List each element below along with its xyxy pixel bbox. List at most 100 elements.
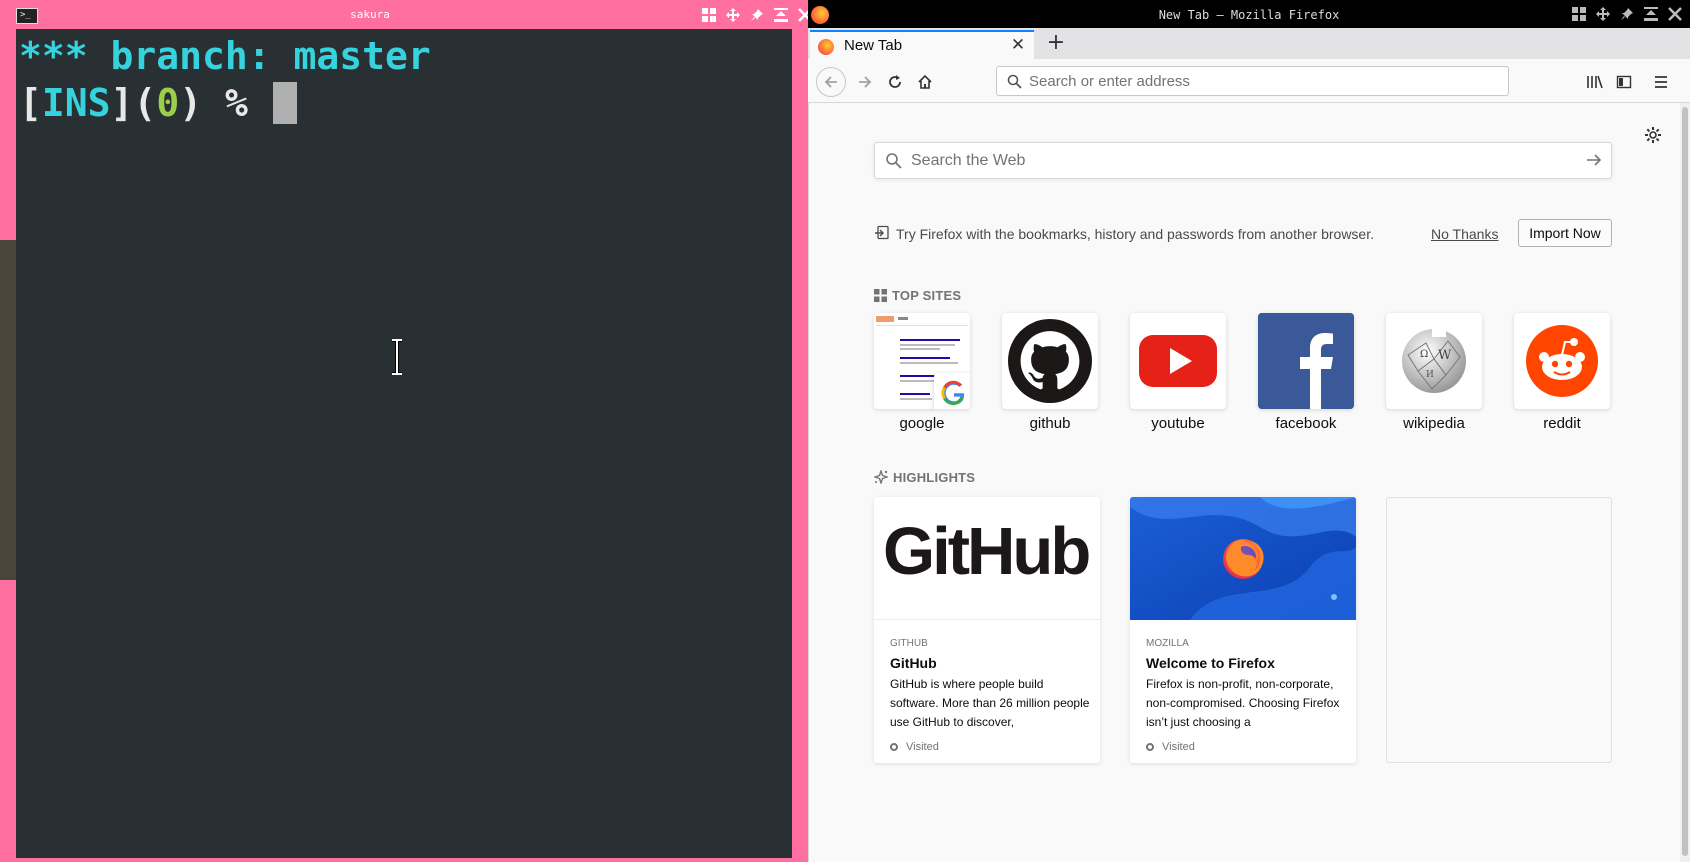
github-wordmark: GitHub bbox=[883, 514, 1091, 589]
card-image: GitHub bbox=[874, 497, 1100, 620]
google-icon bbox=[934, 373, 970, 409]
search-icon bbox=[886, 153, 902, 169]
text-cursor bbox=[272, 82, 297, 124]
web-search-input[interactable] bbox=[911, 143, 1561, 178]
top-site-google[interactable]: google bbox=[874, 313, 970, 432]
highlight-card-firefox[interactable]: MOZILLA Welcome to Firefox Firefox is no… bbox=[1130, 497, 1356, 763]
forward-button[interactable] bbox=[850, 67, 880, 97]
top-sites-label: TOP SITES bbox=[892, 288, 962, 303]
search-icon bbox=[1007, 74, 1022, 89]
top-site-label: google bbox=[899, 415, 945, 432]
reload-button[interactable] bbox=[880, 67, 910, 97]
card-description: GitHub is where people build software. M… bbox=[890, 677, 1090, 729]
card-context: Visited bbox=[890, 741, 939, 753]
card-title: Welcome to Firefox bbox=[1146, 655, 1275, 671]
terminal-window-controls bbox=[700, 6, 814, 23]
library-button[interactable] bbox=[1580, 67, 1610, 97]
firefox-hero-image bbox=[1130, 497, 1356, 620]
gear-icon[interactable] bbox=[1643, 125, 1663, 145]
svg-text:Ω: Ω bbox=[1420, 349, 1428, 360]
prompt-paren-close: ) bbox=[179, 81, 203, 125]
top-site-wikipedia[interactable]: ΩWИ wikipedia bbox=[1386, 313, 1482, 432]
top-site-github[interactable]: github bbox=[1002, 313, 1098, 432]
card-context-label: Visited bbox=[906, 741, 939, 753]
google-thumbnail bbox=[874, 313, 970, 409]
top-site-label: wikipedia bbox=[1403, 415, 1465, 432]
card-description: Firefox is non-profit, non-corporate, no… bbox=[1146, 677, 1340, 729]
desktop: >_ sakura *** branch: master [INS](0) % N… bbox=[0, 0, 1690, 862]
top-site-youtube[interactable]: youtube bbox=[1130, 313, 1226, 432]
terminal-titlebar[interactable]: >_ sakura bbox=[0, 0, 812, 29]
highlights-icon bbox=[872, 468, 890, 486]
card-context-label: Visited bbox=[1162, 741, 1195, 753]
firefox-titlebar[interactable]: New Tab – Mozilla Firefox bbox=[808, 0, 1690, 28]
reddit-icon bbox=[1514, 313, 1610, 409]
page-scrollbar-thumb[interactable] bbox=[1682, 107, 1688, 856]
prompt-paren-open: ( bbox=[133, 81, 157, 125]
pin-icon[interactable] bbox=[1618, 5, 1636, 22]
prompt-bracket-open: [ bbox=[19, 81, 42, 125]
move-icon[interactable] bbox=[1594, 5, 1612, 22]
no-thanks-link[interactable]: No Thanks bbox=[1431, 226, 1498, 242]
close-icon[interactable] bbox=[1666, 5, 1684, 22]
tab-strip: New Tab ✕ + bbox=[808, 28, 1690, 59]
card-title: GitHub bbox=[890, 655, 937, 671]
card-image bbox=[1130, 497, 1356, 620]
facebook-icon bbox=[1258, 313, 1354, 409]
top-site-reddit[interactable]: reddit bbox=[1514, 313, 1610, 432]
move-icon[interactable] bbox=[724, 6, 742, 23]
tile-icon[interactable] bbox=[700, 6, 718, 23]
highlights-heading[interactable]: HIGHLIGHTS bbox=[872, 468, 976, 486]
visited-icon bbox=[1146, 743, 1154, 751]
github-icon bbox=[1002, 313, 1098, 409]
maximize-icon[interactable] bbox=[772, 6, 790, 23]
highlights-grid: GitHub GITHUB GitHub GitHub is where peo… bbox=[874, 497, 1612, 763]
card-source: GITHUB bbox=[890, 638, 928, 649]
card-source: MOZILLA bbox=[1146, 638, 1189, 649]
svg-text:W: W bbox=[1438, 348, 1452, 363]
terminal-window: >_ sakura *** branch: master [INS](0) % bbox=[0, 0, 812, 862]
web-search-box[interactable] bbox=[874, 142, 1612, 179]
svg-text:И: И bbox=[1426, 370, 1434, 380]
top-site-label: youtube bbox=[1151, 415, 1205, 432]
highlight-card-github[interactable]: GitHub GITHUB GitHub GitHub is where peo… bbox=[874, 497, 1100, 763]
top-site-facebook[interactable]: facebook bbox=[1258, 313, 1354, 432]
top-sites-heading[interactable]: TOP SITES bbox=[874, 288, 961, 303]
pin-icon[interactable] bbox=[748, 6, 766, 23]
prompt-bracket-close: ] bbox=[110, 81, 134, 125]
top-sites-grid: google github youtube facebook Ω W И wik… bbox=[874, 313, 1612, 433]
tab-label: New Tab bbox=[844, 37, 903, 54]
tab-new-tab[interactable]: New Tab ✕ bbox=[810, 30, 1034, 59]
card-context: Visited bbox=[1146, 741, 1195, 753]
back-button[interactable] bbox=[816, 67, 846, 97]
address-input[interactable] bbox=[1029, 67, 1499, 95]
sidebar-button[interactable] bbox=[1609, 67, 1639, 97]
firefox-window-controls bbox=[1570, 5, 1684, 22]
terminal-title: sakura bbox=[350, 8, 390, 21]
top-sites-icon bbox=[874, 289, 887, 302]
menu-button[interactable] bbox=[1646, 67, 1676, 97]
highlights-label: HIGHLIGHTS bbox=[893, 470, 976, 485]
background-strip bbox=[0, 240, 16, 580]
import-now-button[interactable]: Import Now bbox=[1518, 219, 1612, 247]
terminal-output: *** branch: master [INS](0) % bbox=[16, 29, 792, 131]
wikipedia-icon: ΩWИ bbox=[1386, 313, 1482, 409]
home-button[interactable] bbox=[910, 67, 940, 97]
firefox-window: New Tab – Mozilla Firefox New Tab ✕ + Se… bbox=[808, 0, 1690, 862]
top-site-label: facebook bbox=[1275, 415, 1337, 432]
visited-icon bbox=[890, 743, 898, 751]
terminal-prompt-line: [INS](0) % bbox=[19, 80, 789, 127]
address-bar[interactable] bbox=[996, 66, 1509, 96]
youtube-icon bbox=[1130, 313, 1226, 409]
terminal-content[interactable]: *** branch: master [INS](0) % bbox=[16, 29, 792, 858]
firefox-tab-icon bbox=[818, 39, 834, 55]
new-tab-button[interactable]: + bbox=[1044, 28, 1068, 58]
top-site-label: reddit bbox=[1543, 415, 1581, 432]
ibeam-cursor-icon bbox=[392, 339, 402, 375]
tile-icon[interactable] bbox=[1570, 5, 1588, 22]
maximize-icon[interactable] bbox=[1642, 5, 1660, 22]
page-scrollbar[interactable] bbox=[1680, 103, 1690, 862]
arrow-right-icon[interactable] bbox=[1585, 151, 1603, 169]
highlight-card-placeholder bbox=[1386, 497, 1612, 763]
tab-close-icon[interactable]: ✕ bbox=[1010, 35, 1026, 55]
